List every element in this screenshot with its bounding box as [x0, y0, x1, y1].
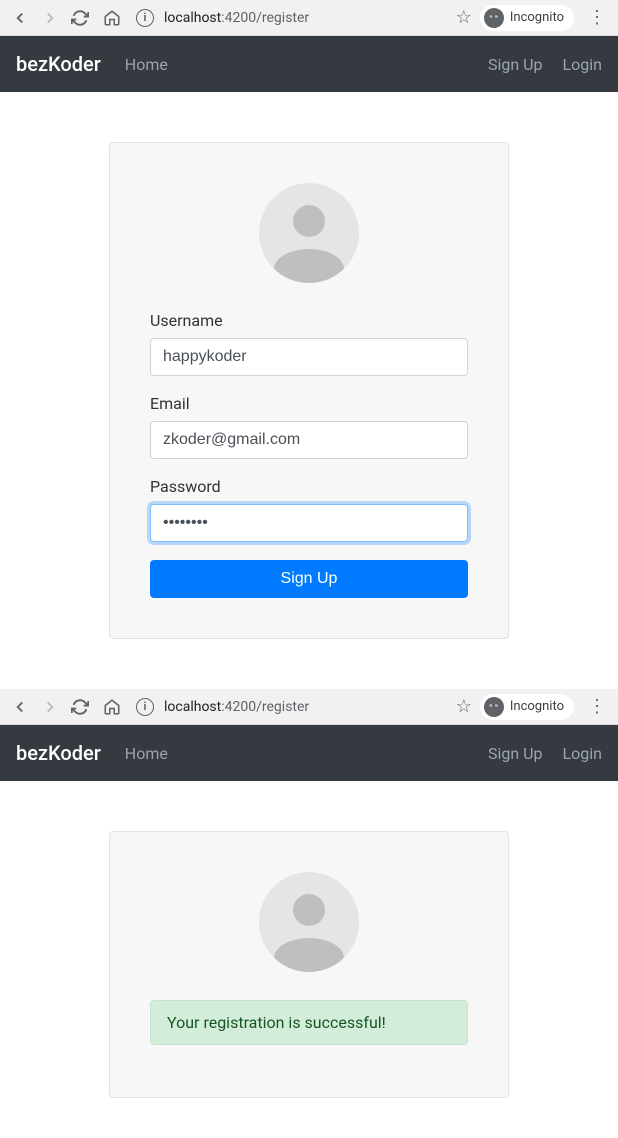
- password-input[interactable]: [150, 504, 468, 542]
- email-input[interactable]: [150, 421, 468, 459]
- home-button[interactable]: [100, 6, 124, 30]
- home-button[interactable]: [100, 695, 124, 719]
- browser-toolbar: i localhost:4200/register ☆ 👓 Incognito …: [0, 0, 618, 36]
- forward-button[interactable]: [38, 6, 62, 30]
- brand-logo[interactable]: bezKoder: [16, 741, 101, 765]
- nav-signup[interactable]: Sign Up: [488, 744, 543, 763]
- signup-button[interactable]: Sign Up: [150, 560, 468, 598]
- nav-login[interactable]: Login: [563, 55, 602, 74]
- reload-button[interactable]: [68, 695, 92, 719]
- url-path: :4200/register: [221, 699, 309, 715]
- incognito-label: Incognito: [510, 699, 564, 714]
- incognito-icon: 👓: [484, 697, 504, 717]
- register-card: Your registration is successful!: [109, 831, 509, 1098]
- reload-button[interactable]: [68, 6, 92, 30]
- incognito-badge: 👓 Incognito: [480, 694, 574, 720]
- address-bar[interactable]: i localhost:4200/register: [132, 9, 448, 27]
- app-navbar: bezKoder Home Sign Up Login: [0, 725, 618, 781]
- url-path: :4200/register: [221, 10, 309, 26]
- brand-logo[interactable]: bezKoder: [16, 52, 101, 76]
- incognito-label: Incognito: [510, 10, 564, 25]
- browser-menu-icon[interactable]: ⋮: [584, 696, 610, 717]
- nav-signup[interactable]: Sign Up: [488, 55, 543, 74]
- forward-button[interactable]: [38, 695, 62, 719]
- address-bar[interactable]: i localhost:4200/register: [132, 698, 448, 716]
- password-label: Password: [150, 477, 468, 496]
- nav-home[interactable]: Home: [125, 55, 168, 74]
- browser-toolbar: i localhost:4200/register ☆ 👓 Incognito …: [0, 689, 618, 725]
- incognito-badge: 👓 Incognito: [480, 5, 574, 31]
- username-label: Username: [150, 311, 468, 330]
- app-navbar: bezKoder Home Sign Up Login: [0, 36, 618, 92]
- back-button[interactable]: [8, 6, 32, 30]
- browser-menu-icon[interactable]: ⋮: [584, 7, 610, 28]
- nav-login[interactable]: Login: [563, 744, 602, 763]
- incognito-icon: 👓: [484, 8, 504, 28]
- register-card: Username Email Password Sign Up: [109, 142, 509, 639]
- avatar-placeholder: [259, 872, 359, 972]
- success-alert: Your registration is successful!: [150, 1000, 468, 1045]
- site-info-icon[interactable]: i: [136, 9, 154, 27]
- bookmark-icon[interactable]: ☆: [456, 7, 472, 28]
- url-host: localhost: [164, 10, 221, 26]
- url-host: localhost: [164, 699, 221, 715]
- site-info-icon[interactable]: i: [136, 698, 154, 716]
- bookmark-icon[interactable]: ☆: [456, 696, 472, 717]
- avatar-placeholder: [259, 183, 359, 283]
- username-input[interactable]: [150, 338, 468, 376]
- nav-home[interactable]: Home: [125, 744, 168, 763]
- back-button[interactable]: [8, 695, 32, 719]
- email-label: Email: [150, 394, 468, 413]
